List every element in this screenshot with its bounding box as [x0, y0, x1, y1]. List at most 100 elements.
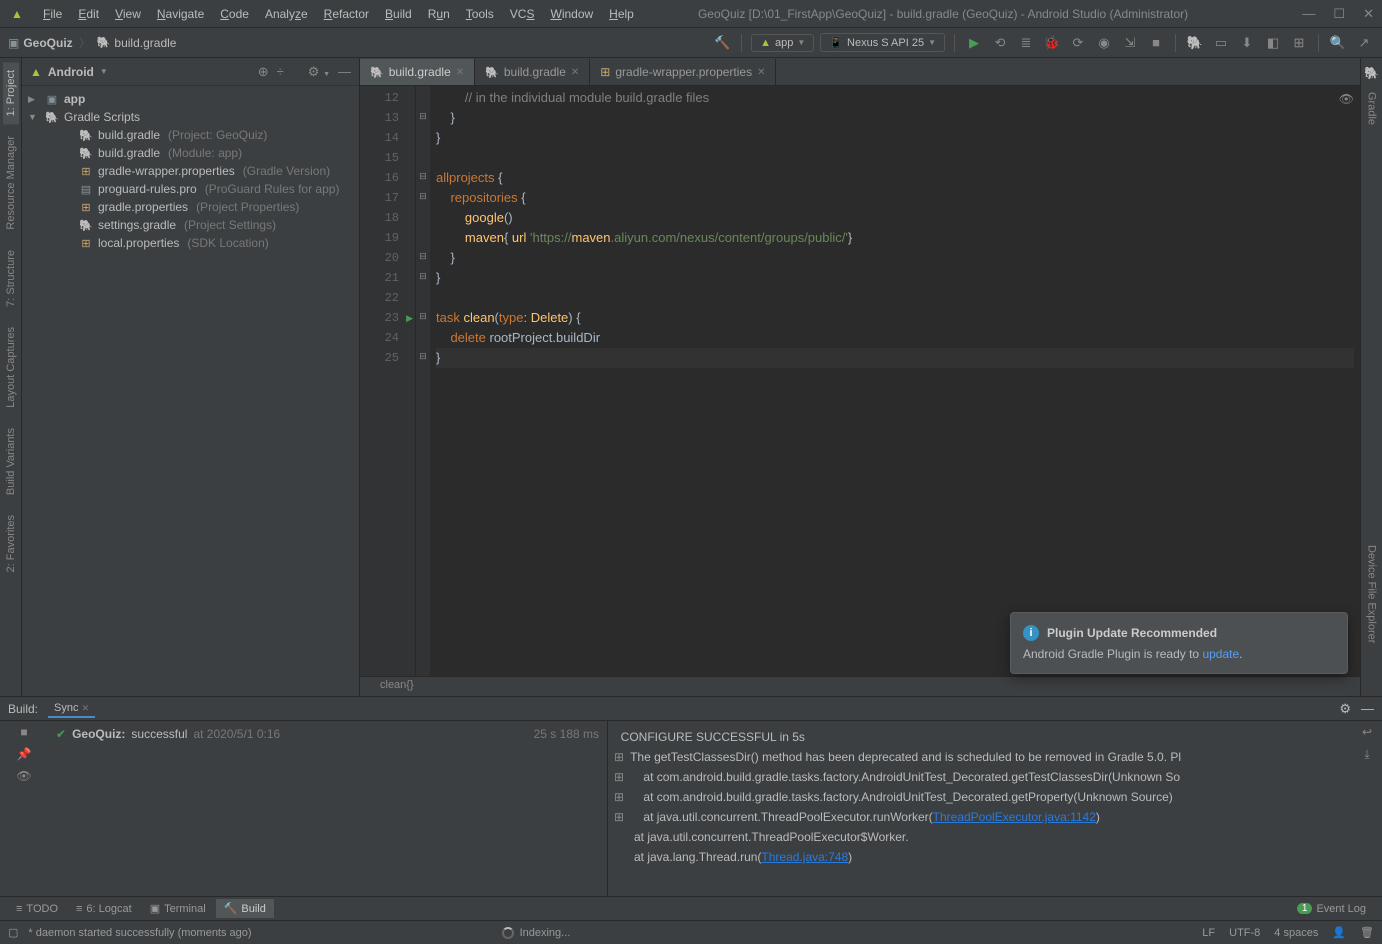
event-log-button[interactable]: 1 Event Log: [1289, 900, 1374, 918]
line-gutter: 121314151617181920212223▶2425: [360, 86, 416, 676]
menu-help[interactable]: Help: [602, 5, 641, 23]
tool-tab-device-explorer[interactable]: Device File Explorer: [1364, 537, 1380, 651]
settings-icon[interactable]: ↗: [1354, 33, 1374, 53]
menu-tools[interactable]: Tools: [459, 5, 501, 23]
tree-file[interactable]: 🐘build.gradle(Module: app): [22, 144, 359, 162]
view-icon[interactable]: 👁: [16, 769, 31, 783]
build-hammer-icon[interactable]: 🔨: [712, 33, 732, 53]
gradle-elephant-icon[interactable]: 🐘: [1360, 62, 1382, 84]
layout-inspector-icon[interactable]: ◧: [1263, 33, 1283, 53]
editor-tab[interactable]: 🐘build.gradle✕: [360, 59, 475, 85]
indexing-status: Indexing...: [502, 927, 571, 939]
tool-todo[interactable]: ≡ TODO: [8, 900, 66, 918]
tree-file[interactable]: ⊞gradle.properties(Project Properties): [22, 198, 359, 216]
menu-run[interactable]: Run: [421, 5, 457, 23]
menu-refactor[interactable]: Refactor: [317, 5, 376, 23]
tool-build[interactable]: 🔨 Build: [216, 899, 274, 918]
project-panel: ▲ Android ▼ ⊕ ÷ ⚙ ▼ — ▶▣app ▼🐘Gradle Scr…: [22, 58, 360, 696]
breadcrumb-file[interactable]: 🐘 build.gradle: [97, 36, 177, 50]
menu-navigate[interactable]: Navigate: [150, 5, 211, 23]
notification-popup: iPlugin Update Recommended Android Gradl…: [1010, 612, 1348, 674]
debug-button-icon[interactable]: 🐞: [1042, 33, 1062, 53]
editor-tab[interactable]: 🐘build.gradle✕: [475, 59, 590, 85]
menu-edit[interactable]: Edit: [71, 5, 106, 23]
device-dropdown[interactable]: 📱Nexus S API 25 ▼: [820, 33, 945, 52]
status-message: * daemon started successfully (moments a…: [28, 927, 251, 939]
left-tool-gutter: 1: Project Resource Manager 7: Structure…: [0, 58, 22, 696]
success-check-icon: ✔: [56, 727, 66, 741]
tool-tab-favorites[interactable]: 2: Favorites: [3, 507, 19, 580]
hide-panel-icon[interactable]: —: [338, 64, 351, 80]
maximize-button[interactable]: ☐: [1333, 6, 1345, 22]
soft-wrap-icon[interactable]: ↩: [1362, 725, 1372, 739]
scroll-end-icon[interactable]: ⤓: [1364, 747, 1369, 762]
pin-icon[interactable]: 📌: [17, 747, 32, 761]
encoding[interactable]: UTF-8: [1229, 927, 1260, 939]
menu-analyze[interactable]: Analyze: [258, 5, 315, 23]
editor-tab[interactable]: ⊞gradle-wrapper.properties✕: [590, 59, 776, 85]
update-link[interactable]: update: [1202, 647, 1239, 661]
tool-tab-layout-captures[interactable]: Layout Captures: [3, 319, 19, 416]
stop-build-icon[interactable]: ■: [20, 725, 27, 739]
minimize-button[interactable]: —: [1302, 6, 1315, 22]
build-hide-icon[interactable]: —: [1361, 701, 1374, 716]
profile-icon[interactable]: ◉: [1094, 33, 1114, 53]
tree-file[interactable]: ▤proguard-rules.pro(ProGuard Rules for a…: [22, 180, 359, 198]
build-log[interactable]: CONFIGURE SUCCESSFUL in 5s⊞The getTestCl…: [608, 721, 1352, 896]
tree-file[interactable]: 🐘settings.gradle(Project Settings): [22, 216, 359, 234]
menu-build[interactable]: Build: [378, 5, 419, 23]
collapse-all-icon[interactable]: ÷: [277, 64, 284, 80]
code-editor[interactable]: // in the individual module build.gradle…: [430, 86, 1360, 676]
tool-logcat[interactable]: ≡ 6: Logcat: [68, 900, 140, 918]
run-button-icon[interactable]: ▶: [964, 33, 984, 53]
tree-file[interactable]: ⊞gradle-wrapper.properties(Gradle Versio…: [22, 162, 359, 180]
build-duration: 25 s 188 ms: [534, 727, 599, 741]
notification-title: Plugin Update Recommended: [1047, 626, 1217, 640]
menu-vcs[interactable]: VCS: [503, 5, 542, 23]
project-mode-dropdown[interactable]: ▲ Android ▼: [30, 65, 108, 79]
menu-window[interactable]: Window: [543, 5, 600, 23]
stop-button-icon[interactable]: ■: [1146, 33, 1166, 53]
inspection-eye-icon[interactable]: 👁: [1339, 92, 1354, 106]
coverage-icon[interactable]: ⟳: [1068, 33, 1088, 53]
tree-node-gradle-scripts[interactable]: ▼🐘Gradle Scripts: [22, 108, 359, 126]
tool-terminal[interactable]: ▣ Terminal: [142, 899, 214, 918]
tool-window-toggle-icon[interactable]: ▢: [8, 926, 18, 939]
tree-file[interactable]: ⊞local.properties(SDK Location): [22, 234, 359, 252]
indent[interactable]: 4 spaces: [1274, 927, 1318, 939]
line-ending[interactable]: LF: [1202, 927, 1215, 939]
tool-tab-build-variants[interactable]: Build Variants: [3, 420, 19, 503]
tool-tab-structure[interactable]: 7: Structure: [3, 242, 19, 315]
search-everywhere-icon[interactable]: 🔍: [1328, 33, 1348, 53]
inspections-icon[interactable]: 👤: [1332, 926, 1346, 939]
tool-tab-gradle[interactable]: Gradle: [1364, 84, 1380, 133]
status-bar: ▢ * daemon started successfully (moments…: [0, 920, 1382, 944]
tree-file[interactable]: 🐘build.gradle(Project: GeoQuiz): [22, 126, 359, 144]
sdk-manager-icon[interactable]: ⬇: [1237, 33, 1257, 53]
resource-manager-icon[interactable]: ⊞: [1289, 33, 1309, 53]
apply-changes-icon[interactable]: ⟲: [990, 33, 1010, 53]
sync-gradle-icon[interactable]: 🐘: [1185, 33, 1205, 53]
menu-view[interactable]: View: [108, 5, 148, 23]
build-settings-icon[interactable]: ⚙: [1339, 701, 1351, 717]
breadcrumb-project[interactable]: ▣ GeoQuiz: [8, 36, 73, 50]
bottom-tool-bar: ≡ TODO ≡ 6: Logcat ▣ Terminal 🔨 Build 1 …: [0, 896, 1382, 920]
menu-file[interactable]: File: [36, 5, 69, 23]
build-status-text: successful: [131, 727, 187, 741]
close-button[interactable]: ✕: [1363, 6, 1374, 22]
tool-tab-project[interactable]: 1: Project: [3, 62, 19, 124]
memory-indicator-icon[interactable]: 🗑: [1360, 926, 1374, 939]
scroll-to-source-icon[interactable]: ⊕: [258, 64, 269, 80]
avd-manager-icon[interactable]: ▭: [1211, 33, 1231, 53]
tree-node-app[interactable]: ▶▣app: [22, 90, 359, 108]
editor-area: 🐘build.gradle✕🐘build.gradle✕⊞gradle-wrap…: [360, 58, 1360, 696]
menu-code[interactable]: Code: [213, 5, 256, 23]
panel-settings-icon[interactable]: ⚙ ▼: [308, 64, 330, 80]
attach-debugger-icon[interactable]: ⇲: [1120, 33, 1140, 53]
tool-tab-resource-manager[interactable]: Resource Manager: [3, 128, 19, 238]
navigation-toolbar: ▣ GeoQuiz 〉 🐘 build.gradle 🔨 ▲app ▼ 📱Nex…: [0, 28, 1382, 58]
apply-code-icon[interactable]: ≣: [1016, 33, 1036, 53]
build-tab-sync[interactable]: Sync ✕: [48, 700, 95, 718]
run-config-dropdown[interactable]: ▲app ▼: [751, 34, 814, 52]
app-logo-icon: ▲: [8, 5, 26, 23]
